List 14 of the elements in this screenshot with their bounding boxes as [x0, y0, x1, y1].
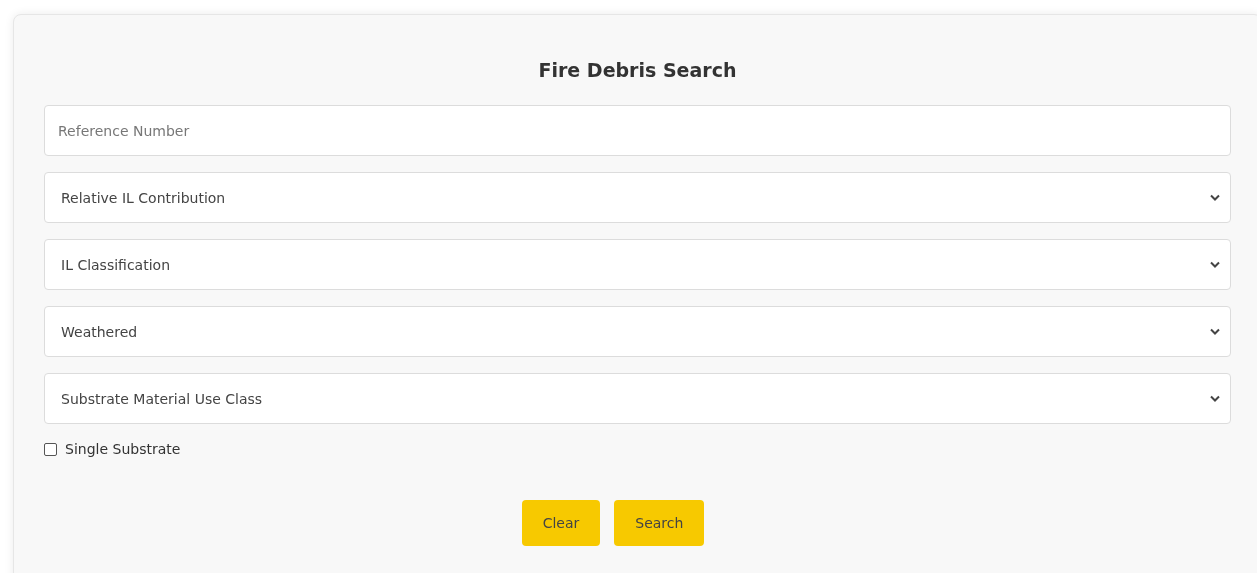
chevron-down-icon: [1210, 395, 1220, 402]
select-field[interactable]: Substrate Material Use Class: [44, 373, 1231, 424]
checkbox-label: Single Substrate: [65, 441, 181, 457]
select-field[interactable]: IL Classification: [44, 239, 1231, 290]
chevron-down-icon: [1210, 328, 1220, 335]
chevron-down-icon: [1210, 194, 1220, 201]
chevron-down-icon: [1210, 261, 1220, 268]
form-title: Fire Debris Search: [537, 58, 738, 83]
clear-button[interactable]: Clear: [521, 500, 601, 546]
search-button[interactable]: Search: [614, 500, 705, 546]
select-field[interactable]: Relative IL Contribution: [44, 172, 1231, 223]
select-field[interactable]: Weathered: [44, 306, 1231, 357]
reference-number-field[interactable]: Reference Number: [44, 105, 1231, 156]
checkbox[interactable]: [44, 442, 57, 456]
